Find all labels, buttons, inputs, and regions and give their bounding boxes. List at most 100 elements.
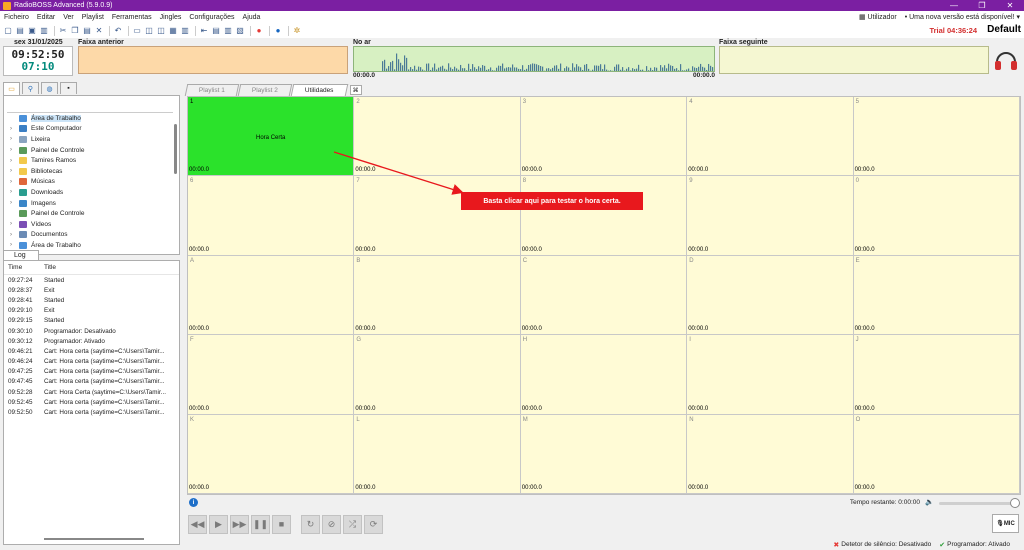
scheduler-status[interactable]: ✔ Programador: Ativado [939,541,1010,549]
silence-detector-status[interactable]: ✖ Detetor de silêncio: Desativado [833,541,931,549]
menu-ver[interactable]: Ver [59,14,78,21]
record-icon[interactable]: ● [254,26,264,36]
log-row[interactable]: 09:47:45 Cart: Hora certa (saytime=C:\Use… [4,377,179,387]
rewind-icon[interactable]: ◀◀ [188,514,207,534]
cart-button[interactable]: J 00:00.0 [853,335,1020,415]
tree-item[interactable]: › Tamires Ramos [7,155,173,166]
tree-item[interactable]: › Músicas [7,177,173,188]
globe-tab-icon[interactable]: ◍ [41,82,58,94]
expand-arrow-icon[interactable]: › [10,242,19,248]
menu-jingles[interactable]: Jingles [156,14,186,21]
expand-arrow-icon[interactable]: › [10,232,19,238]
user-menu[interactable]: ▦ Utilizador [853,13,903,21]
open-icon[interactable]: ▤ [15,26,25,36]
tree-item[interactable]: › Vídeos [7,219,173,230]
expand-arrow-icon[interactable]: › [10,126,19,132]
log-row[interactable]: 09:27:24 Started [4,275,179,285]
log-row[interactable]: 09:29:15 Started [4,316,179,326]
cart-button[interactable]: H 00:00.0 [520,335,688,415]
shuffle-list-icon[interactable]: ▥ [223,26,233,36]
play-icon[interactable]: ▶ [209,514,228,534]
layout-4-icon[interactable]: ▦ [168,26,178,36]
tree-item[interactable]: Área de Trabalho [7,113,173,124]
cart-button[interactable]: N 00:00.0 [687,414,854,494]
add-tab-icon[interactable]: ⌘ [349,85,362,95]
layout-5-icon[interactable]: ▥ [180,26,190,36]
volume-slider-thumb[interactable] [1010,498,1020,508]
paste-icon[interactable]: ▤ [82,26,92,36]
log-row[interactable]: 09:52:45 Cart: Hora certa (saytime=C:\Use… [4,397,179,407]
cart-button[interactable]: 4 00:00.0 [687,97,854,177]
cut-icon[interactable]: ✂ [58,26,68,36]
undo-icon[interactable]: ↶ [113,26,123,36]
expand-arrow-icon[interactable]: › [10,179,19,185]
log-row[interactable]: 09:30:10 Programador: Desativado [4,326,179,336]
cart-button[interactable]: I 00:00.0 [687,335,854,415]
maximize-button[interactable]: ❐ [968,0,996,11]
menu-configuracoes[interactable]: Configurações [185,14,238,21]
cart-button[interactable]: F 00:00.0 [188,335,355,415]
info-icon[interactable]: i [189,498,198,507]
save-icon[interactable]: ▣ [27,26,37,36]
terminal-tab-icon[interactable]: ▪ [60,82,77,94]
log-row[interactable]: 09:46:24 Cart: Hora certa (saytime=C:\Use… [4,357,179,367]
minimize-button[interactable]: — [940,0,968,11]
cart-button[interactable]: B 00:00.0 [354,255,521,336]
layout-2-icon[interactable]: ◫ [144,26,154,36]
cart-button[interactable]: G 00:00.0 [354,335,521,415]
log-row[interactable]: 09:47:25 Cart: Hora certa (saytime=C:\Use… [4,367,179,377]
cart-button[interactable]: O 00:00.0 [853,414,1020,494]
repeat-icon[interactable]: ⟳ [364,514,383,534]
tree-item[interactable]: › Documentos [7,230,173,241]
pause-icon[interactable]: ❚❚ [251,514,270,534]
expand-arrow-icon[interactable]: › [10,221,19,227]
export-icon[interactable]: ▤ [211,26,221,36]
log-row[interactable]: 09:28:37 Exit [4,285,179,295]
save-as-icon[interactable]: ▥ [39,26,49,36]
log-col-title[interactable]: Title [44,264,179,271]
block-icon[interactable]: ⊘ [322,514,341,534]
cart-button[interactable]: 3 00:00.0 [520,97,688,177]
tree-item[interactable]: › Bibliotecas [7,166,173,177]
log-row[interactable]: 09:52:50 Cart: Hora certa (saytime=C:\Use… [4,407,179,417]
tree-scrollbar[interactable] [174,124,177,174]
loop-icon[interactable]: ↻ [301,514,320,534]
expand-arrow-icon[interactable]: › [10,168,19,174]
log-row[interactable]: 09:52:28 Cart: Hora Certa (saytime=C:\Use… [4,387,179,397]
tree-item[interactable]: Painel de Controle [7,208,173,219]
expand-arrow-icon[interactable]: › [10,158,19,164]
cart-button[interactable]: 9 00:00.0 [687,176,854,256]
menu-editar[interactable]: Editar [33,14,59,21]
tree-item[interactable]: › Lixeira [7,134,173,145]
expand-arrow-icon[interactable]: › [10,147,19,153]
expand-arrow-icon[interactable]: › [10,136,19,142]
layout-3-icon[interactable]: ◫ [156,26,166,36]
import-icon[interactable]: ⇤ [199,26,209,36]
volume-icon[interactable]: 🔈 [925,498,934,506]
cart-button[interactable]: 8 00:00.0 [520,176,688,256]
stop-icon[interactable]: ■ [272,514,291,534]
cart-button[interactable]: M 00:00.0 [520,414,688,494]
volume-slider[interactable] [939,502,1017,505]
tab-playlist-1[interactable]: Playlist 1 [184,84,240,96]
cart-button[interactable]: 5 00:00.0 [853,97,1020,177]
cart-button[interactable]: C 00:00.0 [520,255,688,336]
close-button[interactable]: ✕ [996,0,1024,11]
cart-button[interactable]: A 00:00.0 [188,255,355,336]
settings-icon[interactable]: ✲ [292,26,302,36]
expand-arrow-icon[interactable]: › [10,200,19,206]
mic-button[interactable]: 🎙 MIC [992,514,1019,533]
menu-playlist[interactable]: Playlist [78,14,108,21]
update-notice[interactable]: • Uma nova versão está disponível! ▾ [903,13,1024,21]
log-row[interactable]: 09:30:12 Programador: Ativado [4,336,179,346]
playlist-gen-icon[interactable]: ▧ [235,26,245,36]
tree-item[interactable]: › Imagens [7,198,173,209]
layout-1-icon[interactable]: ▭ [132,26,142,36]
menu-ajuda[interactable]: Ajuda [239,14,265,21]
tree-item[interactable]: › Este Computador [7,124,173,135]
new-file-icon[interactable]: ▢ [3,26,13,36]
cart-button[interactable]: K 00:00.0 [188,414,355,494]
tab-utilidades[interactable]: Utilidades [290,84,348,96]
menu-ferramentas[interactable]: Ferramentas [108,14,156,21]
cart-button[interactable]: 0 00:00.0 [853,176,1020,256]
